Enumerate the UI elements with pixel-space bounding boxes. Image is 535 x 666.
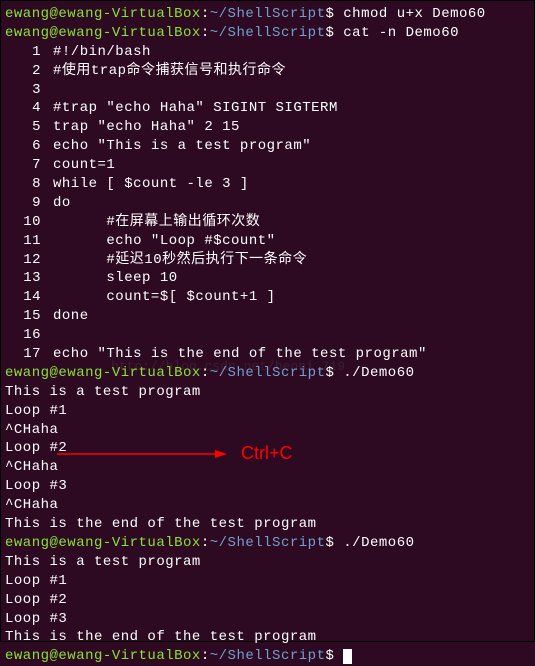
- path: ~/ShellScript: [210, 6, 326, 22]
- prompt-line-active[interactable]: ewang@ewang-VirtualBox:~/ShellScript$: [5, 647, 530, 666]
- sep2: $: [325, 6, 334, 22]
- arrow-icon: [57, 448, 227, 462]
- output-line: This is the end of the test program: [5, 628, 530, 647]
- script-line: 16: [5, 326, 530, 345]
- prompt-line: ewang@ewang-VirtualBox:~/ShellScript$ ch…: [5, 5, 530, 24]
- path: ~/ShellScript: [210, 25, 326, 41]
- script-line: 7count=1: [5, 156, 530, 175]
- user-host: ewang@ewang-VirtualBox: [5, 6, 201, 22]
- script-line: 5trap "echo Haha" 2 15: [5, 118, 530, 137]
- output-line: Loop #3: [5, 610, 530, 629]
- command-text: ./Demo60: [343, 365, 414, 381]
- script-line: 3: [5, 81, 530, 100]
- sep1: :: [201, 6, 210, 22]
- script-line: 14 count=$[ $count+1 ]: [5, 288, 530, 307]
- script-line: 4#trap "echo Haha" SIGINT SIGTERM: [5, 99, 530, 118]
- line-number: 1: [5, 43, 53, 62]
- output-line: Loop #1: [5, 572, 530, 591]
- output-line: ^CHaha: [5, 421, 530, 440]
- script-line: 9do: [5, 194, 530, 213]
- script-line: 17echo "This is the end of the test prog…: [5, 345, 530, 364]
- prompt-line: ewang@ewang-VirtualBox:~/ShellScript$ ./…: [5, 534, 530, 553]
- script-line: 1#!/bin/bash: [5, 43, 530, 62]
- prompt-line: ewang@ewang-VirtualBox:~/ShellScript$ ./…: [5, 364, 530, 383]
- output-line: This is the end of the test program: [5, 515, 530, 534]
- terminal-content: ewang@ewang-VirtualBox:~/ShellScript$ ch…: [5, 5, 530, 666]
- script-line: 2#使用trap命令捕获信号和执行命令: [5, 62, 530, 81]
- output-line: Loop #2: [5, 591, 530, 610]
- cursor-block: [343, 649, 352, 664]
- script-line: 12 #延迟10秒然后执行下一条命令: [5, 251, 530, 270]
- command-text: ./Demo60: [343, 535, 414, 551]
- script-line: 11 echo "Loop #$count": [5, 232, 530, 251]
- output-line: ^CHaha: [5, 496, 530, 515]
- prompt-line: ewang@ewang-VirtualBox:~/ShellScript$ ca…: [5, 24, 530, 43]
- script-line: 15done: [5, 307, 530, 326]
- command-text: chmod u+x Demo60: [343, 6, 485, 22]
- script-line: 8while [ $count -le 3 ]: [5, 175, 530, 194]
- script-line: 10 #在屏幕上输出循环次数: [5, 213, 530, 232]
- script-line: 13 sleep 10: [5, 269, 530, 288]
- command-text: cat -n Demo60: [343, 25, 459, 41]
- code-text: #!/bin/bash: [53, 44, 151, 60]
- output-line: This is a test program: [5, 553, 530, 572]
- output-line: This is a test program: [5, 383, 530, 402]
- output-line: Loop #3: [5, 477, 530, 496]
- user-host: ewang@ewang-VirtualBox: [5, 25, 201, 41]
- annotation-label: Ctrl+C: [241, 441, 293, 465]
- script-line: 6echo "This is a test program": [5, 137, 530, 156]
- output-line: Loop #1: [5, 402, 530, 421]
